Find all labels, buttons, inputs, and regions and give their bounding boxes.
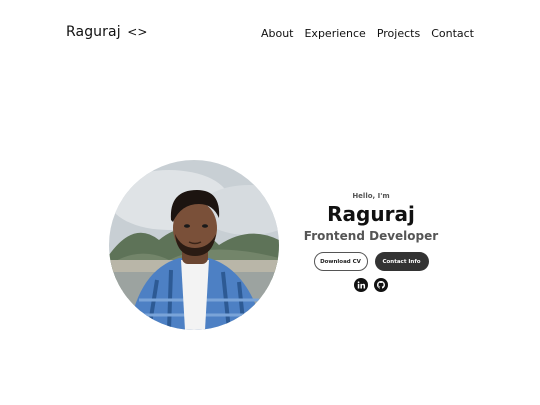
nav-link-experience[interactable]: Experience [304,27,365,40]
social-links [300,278,442,292]
logo[interactable]: Raguraj <> [66,24,148,40]
linkedin-icon[interactable] [354,278,368,292]
hero-role: Frontend Developer [303,229,439,243]
portfolio-page: Raguraj <> About Experience Projects Con… [0,0,540,405]
hero-buttons: Download CV Contact Info [300,252,442,271]
github-icon[interactable] [374,278,388,292]
main-nav: About Experience Projects Contact [261,27,474,40]
greeting-text: Hello, I'm [352,192,390,200]
nav-link-about[interactable]: About [261,27,294,40]
hero-intro: Hello, I'm Raguraj Frontend Developer Do… [300,192,442,292]
download-cv-button[interactable]: Download CV [313,252,368,271]
contact-info-button[interactable]: Contact Info [374,252,429,271]
nav-link-contact[interactable]: Contact [431,27,474,40]
logo-text: Raguraj [66,24,121,40]
profile-photo [109,160,279,330]
nav-link-projects[interactable]: Projects [377,27,420,40]
hero-name: Raguraj [327,202,415,226]
code-icon: <> [127,25,148,39]
